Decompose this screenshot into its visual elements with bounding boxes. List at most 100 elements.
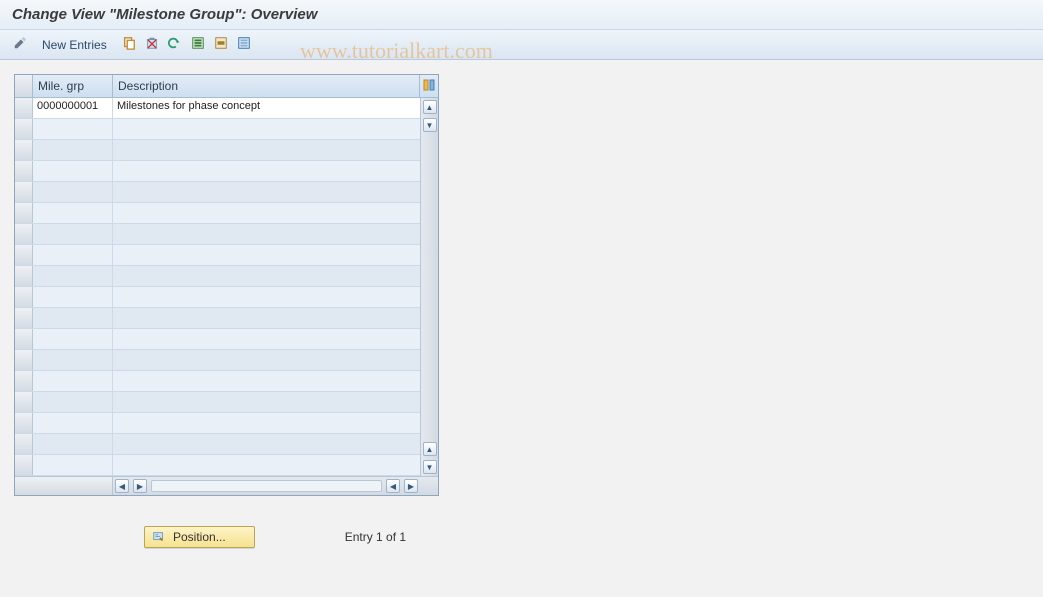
table-row[interactable] xyxy=(15,287,420,308)
cell-description[interactable] xyxy=(113,119,420,139)
row-selector[interactable] xyxy=(15,98,33,118)
row-selector[interactable] xyxy=(15,266,33,286)
cell-description[interactable] xyxy=(113,413,420,433)
undo-icon xyxy=(168,36,182,53)
cell-description[interactable] xyxy=(113,182,420,202)
row-selector[interactable] xyxy=(15,140,33,160)
table-row[interactable] xyxy=(15,455,420,476)
display-change-button[interactable] xyxy=(10,35,30,55)
table-settings-button[interactable] xyxy=(420,75,438,97)
delete-button[interactable] xyxy=(142,35,162,55)
scroll-left-step-button[interactable]: ◀ xyxy=(386,479,400,493)
row-selector[interactable] xyxy=(15,413,33,433)
detail-icon xyxy=(151,529,167,545)
row-selector[interactable] xyxy=(15,287,33,307)
copy-as-button[interactable] xyxy=(119,35,139,55)
scroll-right-step-button[interactable]: ▶ xyxy=(133,479,147,493)
cell-description[interactable] xyxy=(113,392,420,412)
cell-mile-grp[interactable] xyxy=(33,392,113,412)
scroll-right-button[interactable]: ▶ xyxy=(404,479,418,493)
cell-description[interactable] xyxy=(113,434,420,454)
column-header-mile-grp[interactable]: Mile. grp xyxy=(33,75,113,97)
table-row[interactable] xyxy=(15,203,420,224)
new-entries-button[interactable]: New Entries xyxy=(33,34,116,56)
row-selector[interactable] xyxy=(15,392,33,412)
cell-description[interactable] xyxy=(113,371,420,391)
table-row[interactable] xyxy=(15,266,420,287)
row-selector[interactable] xyxy=(15,329,33,349)
table-row[interactable] xyxy=(15,413,420,434)
row-selector[interactable] xyxy=(15,161,33,181)
table-row[interactable] xyxy=(15,350,420,371)
cell-description[interactable] xyxy=(113,140,420,160)
row-selector[interactable] xyxy=(15,224,33,244)
position-button[interactable]: Position... xyxy=(144,526,255,548)
table-row[interactable] xyxy=(15,161,420,182)
cell-description[interactable] xyxy=(113,224,420,244)
cell-mile-grp[interactable] xyxy=(33,455,113,475)
select-all-button[interactable] xyxy=(188,35,208,55)
row-selector[interactable] xyxy=(15,350,33,370)
cell-description[interactable]: Milestones for phase concept xyxy=(113,98,420,118)
row-selector[interactable] xyxy=(15,308,33,328)
table-row[interactable] xyxy=(15,371,420,392)
cell-description[interactable] xyxy=(113,350,420,370)
cell-description[interactable] xyxy=(113,287,420,307)
table-row[interactable] xyxy=(15,119,420,140)
row-selector[interactable] xyxy=(15,371,33,391)
row-selector[interactable] xyxy=(15,182,33,202)
row-selector[interactable] xyxy=(15,245,33,265)
column-header-description[interactable]: Description xyxy=(113,75,420,97)
row-selector[interactable] xyxy=(15,119,33,139)
entry-count-text: Entry 1 of 1 xyxy=(345,530,406,544)
scroll-left-button[interactable]: ◀ xyxy=(115,479,129,493)
select-block-button[interactable] xyxy=(211,35,231,55)
hscroll-track[interactable] xyxy=(151,480,382,492)
table-row[interactable] xyxy=(15,224,420,245)
scroll-down-step-button[interactable]: ▼ xyxy=(423,118,437,132)
undo-button[interactable] xyxy=(165,35,185,55)
row-selector[interactable] xyxy=(15,203,33,223)
cell-description[interactable] xyxy=(113,266,420,286)
cell-mile-grp[interactable] xyxy=(33,287,113,307)
scroll-up-step-button[interactable]: ▲ xyxy=(423,442,437,456)
cell-mile-grp[interactable] xyxy=(33,434,113,454)
scroll-down-button[interactable]: ▼ xyxy=(423,460,437,474)
table-row[interactable] xyxy=(15,245,420,266)
cell-description[interactable] xyxy=(113,203,420,223)
deselect-all-button[interactable] xyxy=(234,35,254,55)
cell-mile-grp[interactable] xyxy=(33,161,113,181)
cell-mile-grp[interactable] xyxy=(33,413,113,433)
table-row[interactable] xyxy=(15,140,420,161)
table-row[interactable] xyxy=(15,392,420,413)
horizontal-scrollbar[interactable]: ◀ ▶ ◀ ▶ xyxy=(15,476,438,495)
cell-mile-grp[interactable] xyxy=(33,119,113,139)
cell-mile-grp[interactable] xyxy=(33,140,113,160)
cell-mile-grp[interactable] xyxy=(33,329,113,349)
delete-icon xyxy=(145,36,159,53)
cell-description[interactable] xyxy=(113,308,420,328)
table-row[interactable] xyxy=(15,434,420,455)
scroll-up-button[interactable]: ▲ xyxy=(423,100,437,114)
select-all-rows[interactable] xyxy=(15,75,33,97)
vertical-scrollbar[interactable]: ▲ ▼ ▲ ▼ xyxy=(420,98,438,476)
cell-mile-grp[interactable] xyxy=(33,182,113,202)
cell-mile-grp[interactable] xyxy=(33,266,113,286)
table-row[interactable] xyxy=(15,182,420,203)
cell-mile-grp[interactable] xyxy=(33,350,113,370)
table-row[interactable]: 0000000001Milestones for phase concept xyxy=(15,98,420,119)
cell-mile-grp[interactable] xyxy=(33,245,113,265)
cell-mile-grp[interactable] xyxy=(33,308,113,328)
cell-description[interactable] xyxy=(113,455,420,475)
table-row[interactable] xyxy=(15,308,420,329)
cell-description[interactable] xyxy=(113,245,420,265)
table-row[interactable] xyxy=(15,329,420,350)
row-selector[interactable] xyxy=(15,434,33,454)
cell-description[interactable] xyxy=(113,161,420,181)
cell-mile-grp[interactable] xyxy=(33,224,113,244)
cell-mile-grp[interactable] xyxy=(33,203,113,223)
row-selector[interactable] xyxy=(15,455,33,475)
cell-mile-grp[interactable]: 0000000001 xyxy=(33,98,113,118)
cell-mile-grp[interactable] xyxy=(33,371,113,391)
cell-description[interactable] xyxy=(113,329,420,349)
